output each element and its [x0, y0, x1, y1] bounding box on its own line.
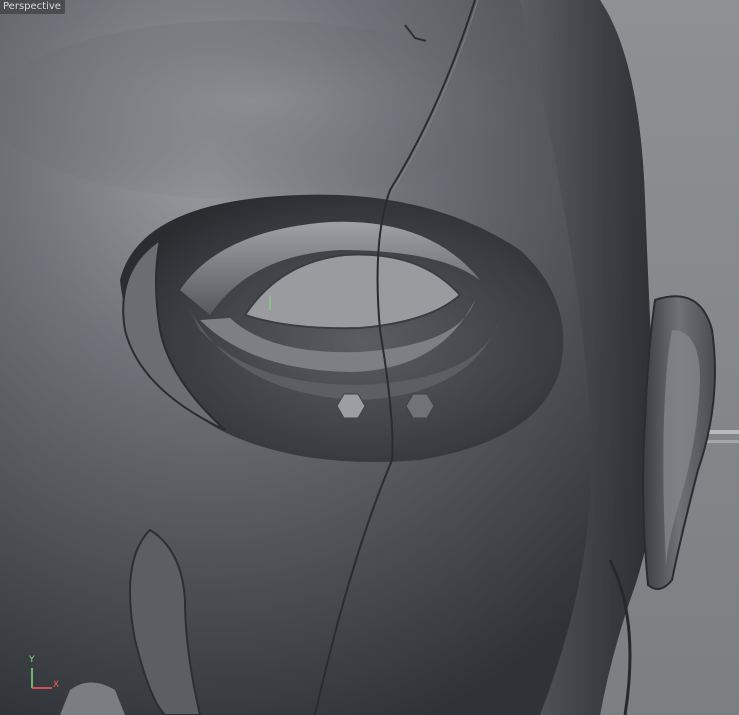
x-axis-label: X	[53, 680, 60, 690]
viewport-name-label[interactable]: Perspective	[0, 0, 65, 14]
viewport-scene[interactable]	[0, 0, 739, 715]
3d-viewport[interactable]: Perspective Y X	[0, 0, 739, 715]
axis-gizmo: Y X	[22, 650, 72, 700]
y-axis-label: Y	[29, 655, 35, 665]
